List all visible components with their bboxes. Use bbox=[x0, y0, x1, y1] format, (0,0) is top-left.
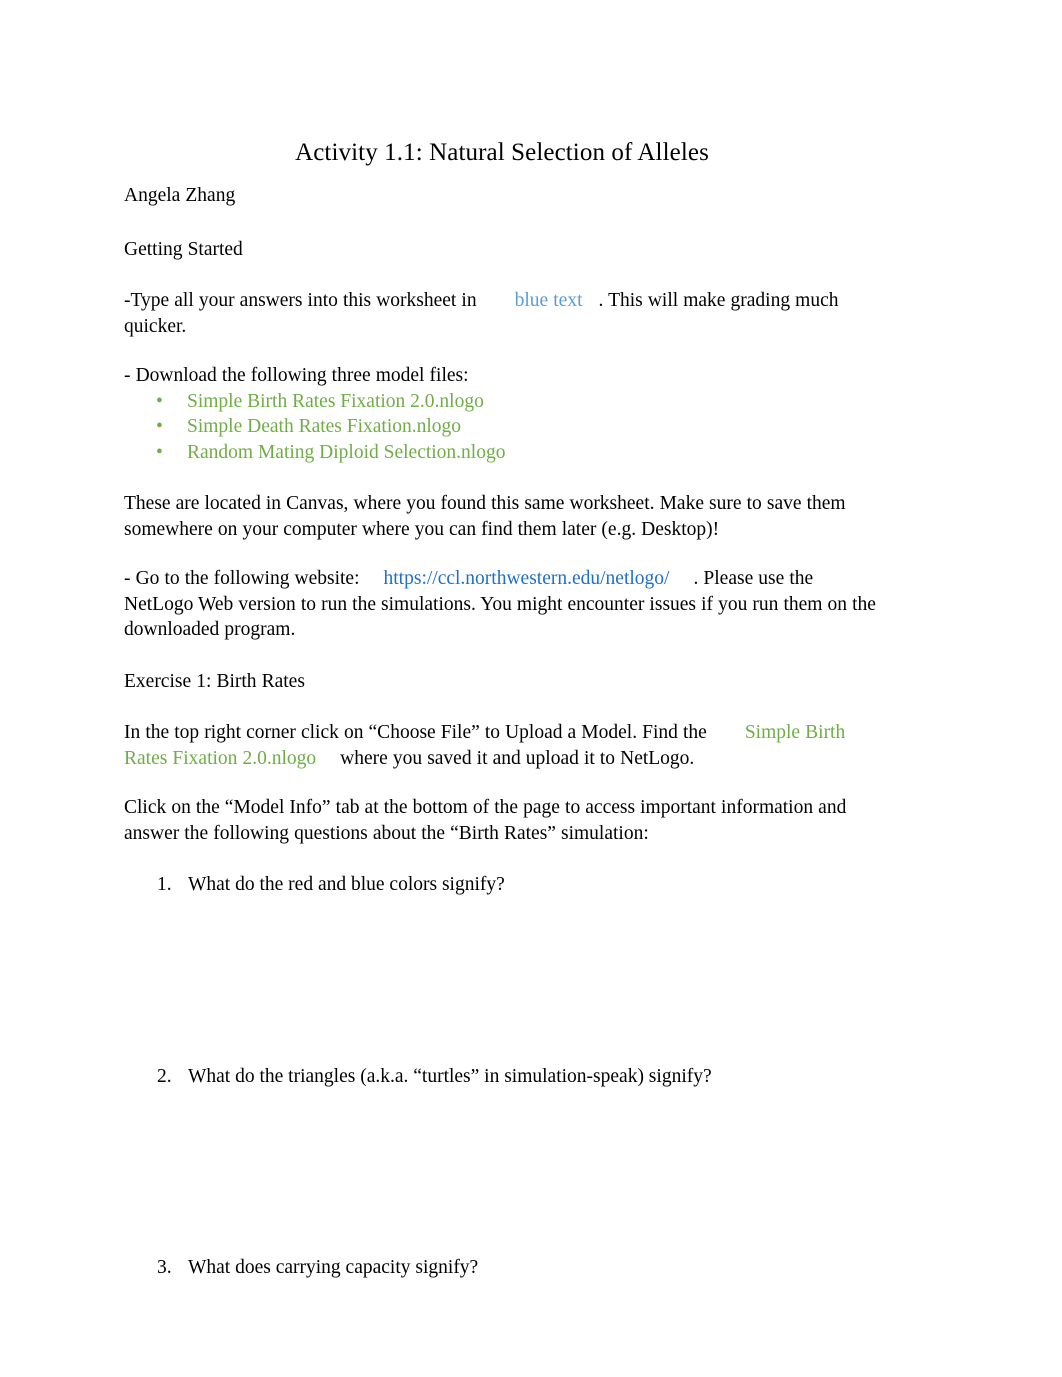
questions-list: 1. What do the red and blue colors signi… bbox=[124, 872, 880, 1281]
page-title: Activity 1.1: Natural Selection of Allel… bbox=[295, 139, 709, 166]
website-instruction: - Go to the following website: https://cc… bbox=[124, 566, 880, 643]
instruction-type-answers-before: -Type all your answers into this workshe… bbox=[124, 290, 477, 311]
section-heading-getting-started: Getting Started bbox=[124, 238, 243, 260]
question-text: What does carrying capacity signify? bbox=[188, 1257, 479, 1278]
list-item: • Simple Birth Rates Fixation 2.0.nlogo bbox=[124, 389, 880, 415]
instruction-type-answers: -Type all your answers into this workshe… bbox=[124, 288, 880, 339]
instruction-download-files: - Download the following three model fil… bbox=[124, 365, 469, 386]
model-file-name: Simple Death Rates Fixation.nlogo bbox=[187, 416, 462, 437]
model-file-name: Random Mating Diploid Selection.nlogo bbox=[187, 441, 506, 463]
list-item: 2. What do the triangles (a.k.a. “turtle… bbox=[124, 1064, 880, 1256]
list-item: • Random Mating Diploid Selection.nlogo bbox=[124, 440, 880, 466]
exercise-heading: Exercise 1: Birth Rates bbox=[124, 670, 305, 692]
bullet-icon: • bbox=[156, 441, 163, 463]
model-info-instruction: Click on the “Model Info” tab at the bot… bbox=[124, 797, 847, 844]
question-number: 1. bbox=[157, 874, 172, 895]
netlogo-website-link[interactable]: https://ccl.northwestern.edu/netlogo/ bbox=[384, 568, 670, 589]
question-number: 2. bbox=[157, 1065, 172, 1087]
author-name: Angela Zhang bbox=[124, 185, 236, 206]
document-body: Activity 1.1: Natural Selection of Allel… bbox=[124, 138, 880, 1281]
blue-text-highlight: blue text bbox=[514, 290, 583, 311]
canvas-location-note: These are located in Canvas, where you f… bbox=[124, 493, 846, 540]
list-item: 3. What does carrying capacity signify? bbox=[124, 1255, 880, 1281]
question-number: 3. bbox=[157, 1257, 172, 1278]
bullet-icon: • bbox=[156, 416, 163, 437]
website-instruction-before: - Go to the following website: bbox=[124, 568, 360, 589]
bullet-icon: • bbox=[156, 390, 163, 412]
upload-model-instruction: In the top right corner click on “Choose… bbox=[124, 720, 880, 771]
model-file-name: Simple Birth Rates Fixation 2.0.nlogo bbox=[187, 390, 484, 412]
upload-instruction-after: where you saved it and upload it to NetL… bbox=[340, 747, 695, 769]
upload-instruction-before: In the top right corner click on “Choose… bbox=[124, 722, 707, 743]
list-item: 1. What do the red and blue colors signi… bbox=[124, 872, 880, 1064]
answer-area[interactable] bbox=[188, 898, 880, 1064]
list-item: • Simple Death Rates Fixation.nlogo bbox=[124, 414, 880, 440]
question-text: What do the red and blue colors signify? bbox=[188, 874, 505, 895]
question-text: What do the triangles (a.k.a. “turtles” … bbox=[188, 1065, 712, 1087]
answer-area[interactable] bbox=[188, 1089, 880, 1255]
model-files-list: • Simple Birth Rates Fixation 2.0.nlogo … bbox=[124, 389, 880, 466]
document-page: Activity 1.1: Natural Selection of Allel… bbox=[0, 0, 1062, 1377]
